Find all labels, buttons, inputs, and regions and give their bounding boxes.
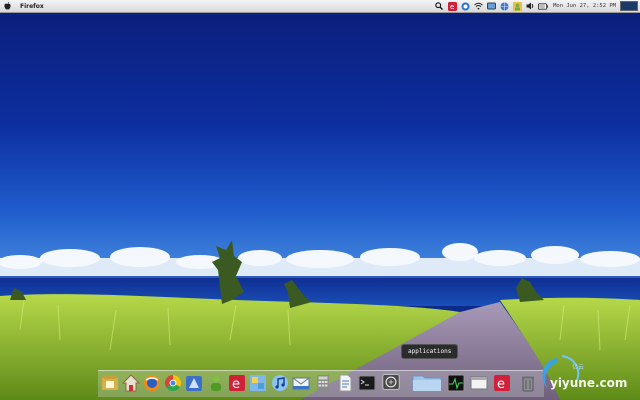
app-e-icon[interactable]: e — [447, 1, 457, 11]
apple-menu-icon[interactable] — [4, 1, 12, 11]
svg-text:e: e — [232, 377, 240, 392]
desktop-screen: Firefox e Mon Jun 27, 2:52 PM e e applic… — [0, 0, 640, 400]
browser-icon[interactable] — [143, 372, 161, 392]
red-e-icon[interactable]: e — [228, 372, 246, 392]
active-app-menu[interactable]: Firefox — [20, 3, 44, 10]
green-app-icon[interactable] — [207, 372, 225, 392]
volume-icon[interactable] — [525, 1, 535, 11]
watermark-text: yiyune.com — [550, 376, 628, 390]
battery-icon[interactable] — [538, 1, 548, 11]
terminal-icon[interactable] — [358, 372, 376, 392]
music-icon[interactable] — [271, 372, 289, 392]
document-icon[interactable] — [336, 372, 354, 392]
chrome-icon[interactable] — [164, 372, 182, 392]
photos-icon[interactable] — [249, 372, 267, 392]
activity-monitor-icon[interactable] — [447, 372, 465, 392]
svg-text:e: e — [450, 3, 454, 11]
menubar-status-area: e Mon Jun 27, 2:52 PM — [434, 0, 640, 12]
wifi-icon[interactable] — [473, 1, 483, 11]
user-icon[interactable] — [512, 1, 522, 11]
applications-icon[interactable] — [382, 372, 400, 392]
globe-icon[interactable] — [499, 1, 509, 11]
dock-tooltip: applications — [401, 344, 459, 359]
menubar-clock[interactable]: Mon Jun 27, 2:52 PM — [553, 3, 616, 9]
search-icon[interactable] — [434, 1, 444, 11]
home-icon[interactable] — [122, 372, 140, 392]
network-icon[interactable] — [486, 1, 496, 11]
folder-icon[interactable] — [412, 372, 442, 392]
trash-icon[interactable] — [519, 372, 537, 392]
files-icon[interactable] — [101, 372, 119, 392]
watermark-subtitle: 亿云 — [572, 364, 585, 371]
watermark-logo: 亿云 yiyune.com — [536, 352, 640, 398]
calculator-icon[interactable] — [314, 372, 332, 392]
menu-bar: Firefox e Mon Jun 27, 2:52 PM — [0, 0, 640, 13]
spaces-thumbnail-icon[interactable] — [620, 1, 638, 11]
red-app-icon[interactable]: e — [493, 372, 511, 392]
mail-icon[interactable] — [292, 372, 310, 392]
app-circle-icon[interactable] — [460, 1, 470, 11]
svg-text:e: e — [497, 377, 505, 392]
window-icon[interactable] — [470, 372, 488, 392]
app-blue-icon[interactable] — [185, 372, 203, 392]
desktop-wallpaper — [0, 0, 640, 400]
